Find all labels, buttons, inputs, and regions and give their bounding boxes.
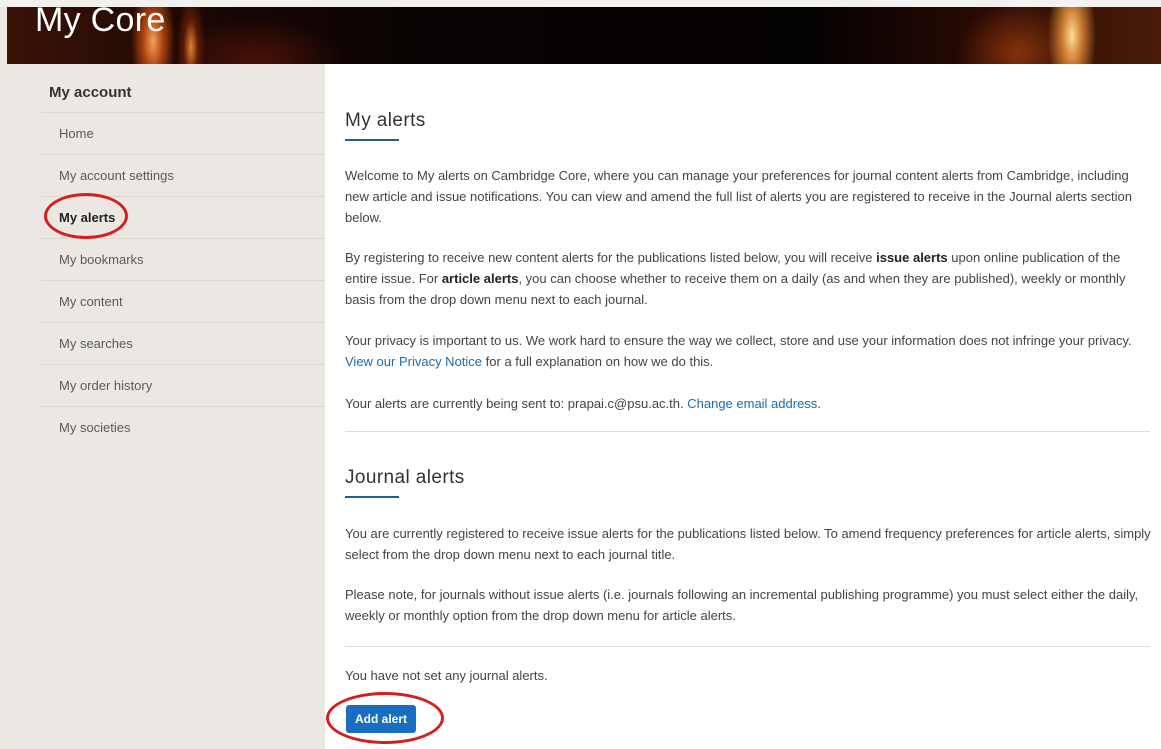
email-text-1: Your alerts are currently being sent to:…: [345, 396, 688, 411]
email-text-2: .: [817, 396, 821, 411]
top-strip: [0, 0, 1161, 7]
sidebar-item-bookmarks[interactable]: My bookmarks: [41, 238, 325, 280]
issue-alerts-bold: issue alerts: [876, 250, 948, 265]
sidebar-item-content[interactable]: My content: [41, 280, 325, 322]
sidebar-item-my-alerts[interactable]: My alerts: [41, 196, 325, 238]
sidebar-heading: My account: [49, 84, 132, 101]
privacy-text-1: Your privacy is important to us. We work…: [345, 333, 1132, 348]
main-content: My alerts Welcome to My alerts on Cambri…: [325, 64, 1161, 749]
privacy-notice-link[interactable]: View our Privacy Notice: [345, 354, 482, 369]
no-alerts-message: You have not set any journal alerts.: [345, 668, 548, 683]
change-email-link[interactable]: Change email address: [687, 396, 817, 411]
add-alert-button[interactable]: Add alert: [346, 705, 416, 733]
journal-divider: [345, 646, 1150, 647]
email-paragraph: Your alerts are currently being sent to:…: [345, 393, 1153, 414]
registering-paragraph: By registering to receive new content al…: [345, 247, 1153, 310]
registering-text-1: By registering to receive new content al…: [345, 250, 877, 265]
journal-alerts-title-underline: [345, 496, 399, 498]
journal-alerts-paragraph-1: You are currently registered to receive …: [345, 526, 1151, 562]
sidebar-nav: Home My account settings My alerts My bo…: [41, 112, 325, 448]
article-alerts-bold: article alerts: [441, 271, 519, 286]
account-sidebar: My account Home My account settings My a…: [7, 64, 325, 749]
section-divider: [345, 431, 1150, 432]
intro-paragraph: Welcome to My alerts on Cambridge Core, …: [345, 168, 1132, 225]
privacy-text-2: for a full explanation on how we do this…: [482, 354, 714, 369]
sidebar-item-searches[interactable]: My searches: [41, 322, 325, 364]
sidebar-item-order-history[interactable]: My order history: [41, 364, 325, 406]
journal-alerts-title: Journal alerts: [345, 467, 465, 488]
sidebar-item-home[interactable]: Home: [41, 112, 325, 154]
journal-alerts-paragraph-2: Please note, for journals without issue …: [345, 587, 1139, 623]
privacy-paragraph: Your privacy is important to us. We work…: [345, 330, 1153, 372]
sidebar-item-societies[interactable]: My societies: [41, 406, 325, 448]
site-banner: My Core: [7, 7, 1161, 64]
my-alerts-title-underline: [345, 139, 399, 141]
sidebar-item-account-settings[interactable]: My account settings: [41, 154, 325, 196]
my-alerts-title: My alerts: [345, 110, 426, 131]
site-title: My Core: [35, 7, 166, 39]
